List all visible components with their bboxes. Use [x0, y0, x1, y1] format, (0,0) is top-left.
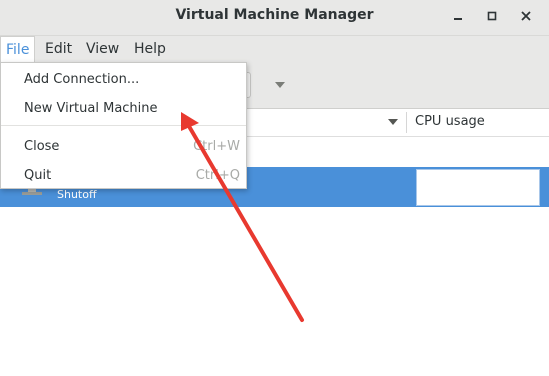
menu-item-label: Close [24, 139, 60, 154]
sort-down-icon[interactable] [388, 118, 398, 126]
maximize-icon [487, 11, 497, 21]
menu-item-shortcut: Ctrl+W [193, 139, 240, 154]
menu-item-label: New Virtual Machine [24, 101, 158, 116]
minimize-button[interactable] [450, 8, 466, 24]
title-bar: Virtual Machine Manager [0, 0, 549, 36]
file-menu-dropdown: Add Connection... New Virtual Machine Cl… [0, 62, 247, 189]
vm-status: Shutoff [57, 188, 97, 201]
menu-help[interactable]: Help [129, 36, 171, 62]
menu-item-shortcut: Ctrl+Q [195, 168, 240, 183]
chevron-down-icon[interactable] [274, 80, 286, 90]
menu-item-quit[interactable]: Quit Ctrl+Q [1, 162, 246, 188]
menu-edit[interactable]: Edit [40, 36, 77, 62]
window-title: Virtual Machine Manager [175, 7, 374, 23]
menu-item-label: Add Connection... [24, 72, 140, 87]
cpu-usage-graph [416, 169, 540, 206]
menu-view[interactable]: View [81, 36, 124, 62]
column-separator[interactable] [406, 112, 407, 133]
menu-bar: File Edit View Help [0, 36, 549, 64]
close-window-button[interactable] [518, 8, 534, 24]
menu-item-close[interactable]: Close Ctrl+W [1, 133, 246, 159]
menu-item-new-virtual-machine[interactable]: New Virtual Machine [1, 95, 246, 121]
menu-separator [1, 125, 246, 126]
menu-file[interactable]: File [0, 36, 36, 64]
menu-item-label: Quit [24, 168, 52, 183]
minimize-icon [454, 18, 462, 20]
menu-item-add-connection[interactable]: Add Connection... [1, 66, 246, 92]
close-icon [521, 11, 531, 21]
maximize-button[interactable] [484, 8, 500, 24]
column-header-cpu-usage[interactable]: CPU usage [415, 114, 485, 129]
